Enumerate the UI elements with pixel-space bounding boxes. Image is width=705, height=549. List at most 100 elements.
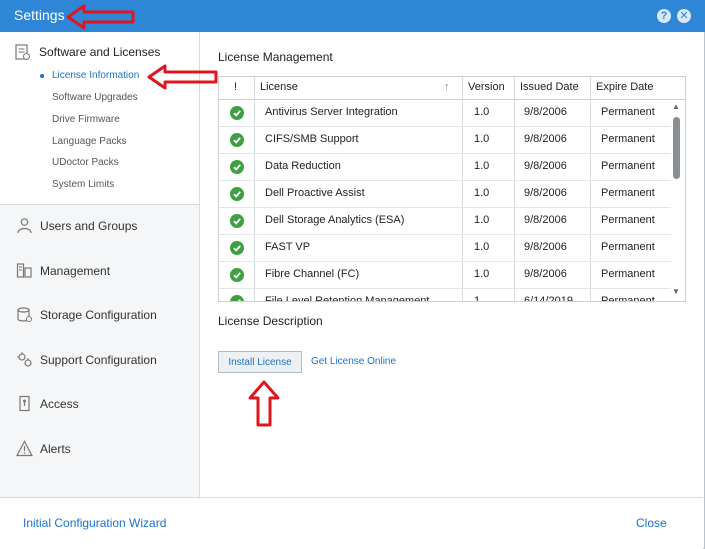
column-header-license[interactable]: License — [260, 81, 298, 93]
table-row[interactable]: CIFS/SMB Support 1.0 9/8/2006 Permanent — [219, 127, 671, 154]
user-icon — [17, 218, 32, 234]
subitem-software-upgrades[interactable]: Software Upgrades — [52, 92, 138, 103]
subitem-language-packs[interactable]: Language Packs — [52, 136, 127, 147]
nav-alerts[interactable]: Alerts — [16, 440, 71, 457]
status-ok-icon — [230, 187, 244, 201]
table-header: ! License ↑ Version Issued Date Expire D… — [219, 77, 685, 100]
annotation-arrow-left-icon — [66, 4, 135, 30]
version-cell: 1.0 — [474, 160, 490, 172]
sort-arrow-icon[interactable]: ↑ — [444, 81, 450, 93]
active-indicator — [40, 74, 44, 78]
version-cell: 1.0 — [474, 268, 490, 280]
scroll-down-icon[interactable]: ▼ — [672, 287, 680, 296]
table-row[interactable]: Antivirus Server Integration 1.0 9/8/2006 P… — [219, 100, 671, 127]
table-row[interactable]: File Level Retention Management 1 6/14/201… — [219, 289, 671, 302]
table-row[interactable]: Dell Proactive Assist 1.0 9/8/2006 Permanen… — [219, 181, 671, 208]
column-header-status[interactable]: ! — [234, 81, 237, 93]
scrollbar-thumb[interactable] — [673, 117, 680, 179]
expire-date-cell: Permanent — [601, 241, 655, 253]
table-row[interactable]: Dell Storage Analytics (ESA) 1.0 9/8/2006 P… — [219, 208, 671, 235]
license-management-heading: License Management — [218, 50, 333, 64]
license-doc-icon — [15, 43, 30, 60]
version-cell: 1.0 — [474, 214, 490, 226]
issued-date-cell: 9/8/2006 — [524, 214, 567, 226]
sidebar-section-label: Software and Licenses — [39, 45, 161, 59]
expire-date-cell: Permanent — [601, 133, 655, 145]
license-name-cell: FAST VP — [265, 241, 311, 253]
nav-storage-configuration[interactable]: Storage Configuration — [16, 306, 157, 323]
management-icon — [16, 263, 32, 278]
subitem-license-information[interactable]: License Information — [52, 70, 139, 81]
annotation-arrow-left-icon — [147, 64, 218, 90]
subitem-udoctor-packs[interactable]: UDoctor Packs — [52, 157, 119, 168]
license-name-cell: CIFS/SMB Support — [265, 133, 359, 145]
license-description-heading: License Description — [218, 314, 323, 328]
alert-icon — [16, 440, 33, 457]
issued-date-cell: 9/8/2006 — [524, 106, 567, 118]
support-gear-icon — [17, 352, 32, 367]
table-row[interactable]: Data Reduction 1.0 9/8/2006 Permanent — [219, 154, 671, 181]
license-name-cell: Antivirus Server Integration — [265, 106, 398, 118]
issued-date-cell: 9/8/2006 — [524, 268, 567, 280]
nav-access[interactable]: Access — [16, 395, 79, 412]
expire-date-cell: Permanent — [601, 268, 655, 280]
status-ok-icon — [230, 295, 244, 301]
version-cell: 1.0 — [474, 187, 490, 199]
storage-icon — [17, 307, 32, 322]
table-row[interactable]: Fibre Channel (FC) 1.0 9/8/2006 Permanent — [219, 262, 671, 289]
version-cell: 1.0 — [474, 106, 490, 118]
nav-support-configuration[interactable]: Support Configuration — [16, 351, 157, 368]
expire-date-cell: Permanent — [601, 106, 655, 118]
scroll-up-icon[interactable]: ▲ — [672, 102, 680, 111]
nav-users-and-groups[interactable]: Users and Groups — [16, 217, 137, 234]
access-icon — [19, 395, 30, 412]
column-header-version[interactable]: Version — [468, 81, 505, 93]
license-name-cell: File Level Retention Management — [265, 295, 430, 302]
sidebar-divider — [0, 204, 199, 205]
sidebar-section-software[interactable]: Software and Licenses — [14, 42, 160, 62]
issued-date-cell: 6/14/2019 — [524, 295, 573, 302]
column-header-issued-date[interactable]: Issued Date — [520, 81, 579, 93]
window-title: Settings — [14, 7, 65, 23]
get-license-online-link[interactable]: Get License Online — [311, 356, 396, 367]
status-ok-icon — [230, 133, 244, 147]
annotation-arrow-up-icon — [248, 380, 280, 427]
license-name-cell: Data Reduction — [265, 160, 341, 172]
status-ok-icon — [230, 241, 244, 255]
license-name-cell: Dell Storage Analytics (ESA) — [265, 214, 405, 226]
license-table: ! License ↑ Version Issued Date Expire D… — [218, 76, 686, 302]
issued-date-cell: 9/8/2006 — [524, 187, 567, 199]
version-cell: 1.0 — [474, 241, 490, 253]
nav-management[interactable]: Management — [16, 262, 110, 279]
close-link[interactable]: Close — [636, 516, 667, 530]
issued-date-cell: 9/8/2006 — [524, 133, 567, 145]
issued-date-cell: 9/8/2006 — [524, 160, 567, 172]
expire-date-cell: Permanent — [601, 160, 655, 172]
expire-date-cell: Permanent — [601, 295, 655, 302]
install-license-button[interactable]: Install License — [218, 351, 302, 373]
subitem-system-limits[interactable]: System Limits — [52, 179, 114, 190]
status-ok-icon — [230, 160, 244, 174]
license-name-cell: Fibre Channel (FC) — [265, 268, 360, 280]
nav-label: Storage Configuration — [40, 307, 157, 322]
table-row[interactable]: FAST VP 1.0 9/8/2006 Permanent — [219, 235, 671, 262]
nav-label: Access — [40, 396, 79, 411]
issued-date-cell: 9/8/2006 — [524, 241, 567, 253]
nav-label: Management — [40, 263, 111, 278]
expire-date-cell: Permanent — [601, 214, 655, 226]
status-ok-icon — [230, 106, 244, 120]
help-icon[interactable]: ? — [657, 9, 671, 23]
nav-label: Support Configuration — [40, 352, 157, 367]
initial-configuration-wizard-link[interactable]: Initial Configuration Wizard — [23, 516, 166, 530]
close-icon[interactable]: ✕ — [677, 9, 691, 23]
status-ok-icon — [230, 214, 244, 228]
column-header-expire-date[interactable]: Expire Date — [596, 81, 653, 93]
version-cell: 1 — [474, 295, 481, 302]
nav-label: Users and Groups — [40, 218, 138, 233]
expire-date-cell: Permanent — [601, 187, 655, 199]
version-cell: 1.0 — [474, 133, 490, 145]
subitem-drive-firmware[interactable]: Drive Firmware — [52, 114, 120, 125]
nav-label: Alerts — [40, 441, 71, 456]
status-ok-icon — [230, 268, 244, 282]
license-name-cell: Dell Proactive Assist — [265, 187, 365, 199]
